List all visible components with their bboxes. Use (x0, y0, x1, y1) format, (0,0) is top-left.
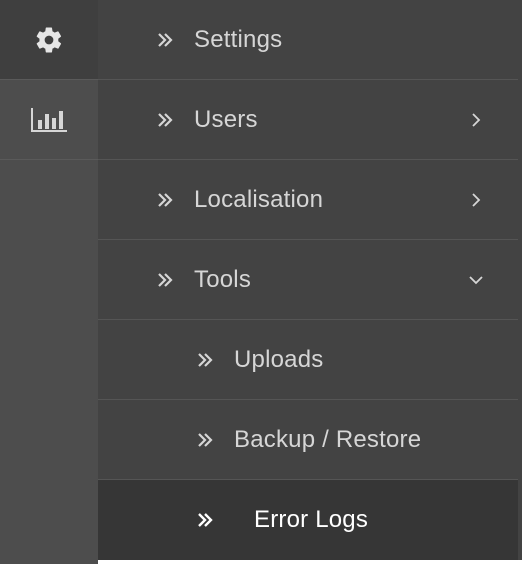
menu-item-label: Backup / Restore (234, 425, 422, 453)
double-chevron-right-icon (158, 112, 173, 127)
icon-rail (0, 0, 98, 564)
menu-item-settings[interactable]: Settings (98, 0, 518, 80)
submenu-item-error-logs[interactable]: Error Logs (98, 480, 518, 560)
double-chevron-right-icon (158, 32, 173, 47)
chevron-right-icon (472, 192, 481, 207)
double-chevron-right-icon (158, 192, 173, 207)
gear-icon (36, 26, 62, 53)
menu-item-label: Tools (194, 265, 252, 293)
menu-item-label: Settings (194, 25, 283, 53)
bar-chart-icon (31, 107, 67, 132)
double-chevron-right-icon (198, 512, 213, 527)
menu-item-localisation[interactable]: Localisation (98, 160, 518, 240)
submenu-item-backup-restore[interactable]: Backup / Restore (98, 400, 518, 480)
chevron-down-icon (469, 275, 483, 284)
admin-sidebar: Settings Users Localisation Tools Upload… (0, 0, 522, 564)
double-chevron-right-icon (198, 432, 213, 447)
submenu-item-uploads[interactable]: Uploads (98, 320, 518, 400)
rail-item-reports[interactable] (0, 80, 98, 160)
menu-item-tools[interactable]: Tools (98, 240, 518, 320)
menu-item-label: Error Logs (254, 505, 369, 533)
menu-item-label: Localisation (194, 185, 324, 213)
double-chevron-right-icon (198, 352, 213, 367)
menu-item-label: Uploads (234, 345, 324, 373)
menu-item-users[interactable]: Users (98, 80, 518, 160)
menu-item-label: Users (194, 105, 258, 133)
double-chevron-right-icon (158, 272, 173, 287)
rail-item-settings[interactable] (0, 0, 98, 80)
chevron-right-icon (472, 112, 481, 127)
settings-flyout-menu: Settings Users Localisation Tools Upload… (98, 0, 522, 560)
